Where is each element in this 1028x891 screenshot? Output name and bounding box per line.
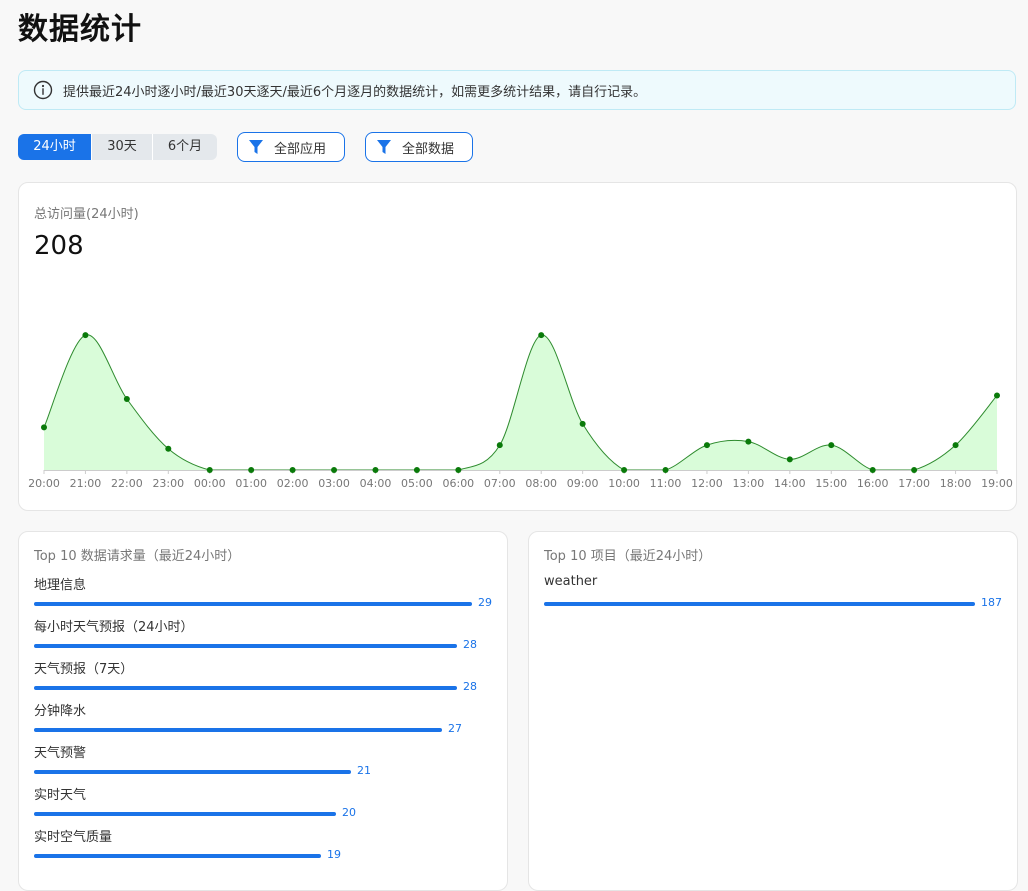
bar-label: 天气预警 — [34, 746, 87, 761]
x-tick-label: 02:00 — [277, 477, 309, 490]
data-point[interactable] — [786, 456, 793, 463]
x-tick-label: 15:00 — [815, 477, 847, 490]
data-point[interactable] — [745, 438, 752, 445]
x-tick-label: 12:00 — [691, 477, 723, 490]
x-tick-label: 16:00 — [857, 477, 889, 490]
all-apps-filter-label: 全部应用 — [274, 141, 327, 157]
tab-30d[interactable]: 30天 — [91, 134, 152, 160]
bar-label: 天气预报（7天） — [34, 662, 134, 677]
data-point[interactable] — [413, 467, 420, 473]
x-tick-label: 21:00 — [70, 477, 102, 490]
bar-value: 21 — [357, 764, 371, 777]
bar-label: 实时空气质量 — [34, 830, 113, 845]
all-apps-filter-button[interactable]: 全部应用 — [237, 132, 345, 162]
x-tick-label: 07:00 — [484, 477, 516, 490]
x-tick-label: 23:00 — [152, 477, 184, 490]
info-notice: 提供最近24小时逐小时/最近30天逐天/最近6个月逐月的数据统计，如需更多统计结… — [18, 70, 1016, 110]
data-point[interactable] — [952, 442, 959, 449]
x-tick-label: 05:00 — [401, 477, 433, 490]
x-tick-label: 09:00 — [567, 477, 599, 490]
top-projects-title: Top 10 项目（最近24小时） — [544, 549, 712, 564]
data-point[interactable] — [123, 396, 130, 402]
data-point[interactable] — [828, 442, 835, 449]
bar-label: 地理信息 — [34, 578, 87, 593]
bar-value: 27 — [448, 722, 462, 735]
x-tick-label: 01:00 — [235, 477, 267, 490]
bar-label: weather — [544, 574, 598, 589]
x-tick-label: 14:00 — [774, 477, 806, 490]
data-point[interactable] — [869, 467, 876, 473]
x-tick-label: 19:00 — [981, 477, 1013, 490]
data-point[interactable] — [911, 467, 918, 473]
bar-label: 实时天气 — [34, 788, 87, 803]
data-point[interactable] — [994, 392, 1000, 399]
all-data-filter-label: 全部数据 — [402, 141, 455, 157]
bar-label: 每小时天气预报（24小时） — [34, 620, 194, 635]
filter-icon — [377, 140, 391, 154]
x-tick-label: 13:00 — [733, 477, 765, 490]
data-point[interactable] — [455, 467, 462, 473]
data-point[interactable] — [82, 332, 89, 339]
all-data-filter-button[interactable]: 全部数据 — [365, 132, 473, 162]
data-point[interactable] — [206, 467, 213, 473]
x-tick-label: 22:00 — [111, 477, 143, 490]
bar-value: 19 — [327, 848, 341, 861]
bar-value: 20 — [342, 806, 356, 819]
data-point[interactable] — [289, 467, 296, 473]
data-point[interactable] — [496, 442, 503, 449]
data-point[interactable] — [372, 467, 379, 473]
bar-value: 187 — [981, 596, 1002, 609]
total-visits-card: 总访问量(24小时) 208 20:00 21:00 22:00 23:00 00:00… — [18, 182, 1017, 511]
x-tick-label: 03:00 — [318, 477, 350, 490]
data-point[interactable] — [41, 424, 47, 431]
bar-value: 28 — [463, 680, 477, 693]
bar — [34, 728, 442, 732]
data-point[interactable] — [621, 467, 628, 473]
x-tick-label: 17:00 — [898, 477, 930, 490]
chart-area-fill — [44, 334, 997, 470]
x-tick-label: 18:00 — [940, 477, 972, 490]
tab-6m[interactable]: 6个月 — [152, 134, 217, 160]
x-tick-label: 04:00 — [360, 477, 392, 490]
data-point[interactable] — [703, 442, 710, 449]
x-tick-label: 10:00 — [608, 477, 640, 490]
x-tick-label: 06:00 — [442, 477, 474, 490]
visits-area-chart: 20:00 21:00 22:00 23:00 00:00 01:00 02:00 03:00… — [28, 332, 1013, 490]
info-icon — [33, 80, 53, 100]
tab-24h[interactable]: 24小时 — [18, 134, 91, 160]
data-point[interactable] — [538, 332, 545, 339]
x-tick-label: 00:00 — [194, 477, 226, 490]
page-title: 数据统计 — [18, 12, 142, 47]
top-requests-title: Top 10 数据请求量（最近24小时） — [34, 549, 241, 564]
bar — [34, 854, 321, 858]
bar-label: 分钟降水 — [34, 704, 87, 719]
x-tick-label: 11:00 — [650, 477, 682, 490]
data-point[interactable] — [662, 467, 669, 473]
x-tick-label: 20:00 — [28, 477, 60, 490]
data-point[interactable] — [579, 420, 586, 427]
bar — [34, 812, 336, 816]
data-point[interactable] — [165, 445, 172, 452]
top-requests-card: Top 10 数据请求量（最近24小时） 地理信息 29 每小时天气预报（24小时）… — [18, 531, 508, 891]
bar — [34, 602, 472, 606]
x-tick-label: 08:00 — [525, 477, 557, 490]
top-projects-card: Top 10 项目（最近24小时） weather 187 — [528, 531, 1018, 891]
data-point[interactable] — [248, 467, 255, 473]
bar — [544, 602, 975, 606]
filter-icon — [249, 140, 263, 154]
bar-value: 28 — [463, 638, 477, 651]
notice-text: 提供最近24小时逐小时/最近30天逐天/最近6个月逐月的数据统计，如需更多统计结… — [63, 84, 647, 100]
bar — [34, 686, 457, 690]
data-point[interactable] — [331, 467, 338, 473]
bar-value: 29 — [478, 596, 492, 609]
bar — [34, 770, 351, 774]
time-range-tabs: 24小时 30天 6个月 — [18, 134, 217, 160]
bar — [34, 644, 457, 648]
